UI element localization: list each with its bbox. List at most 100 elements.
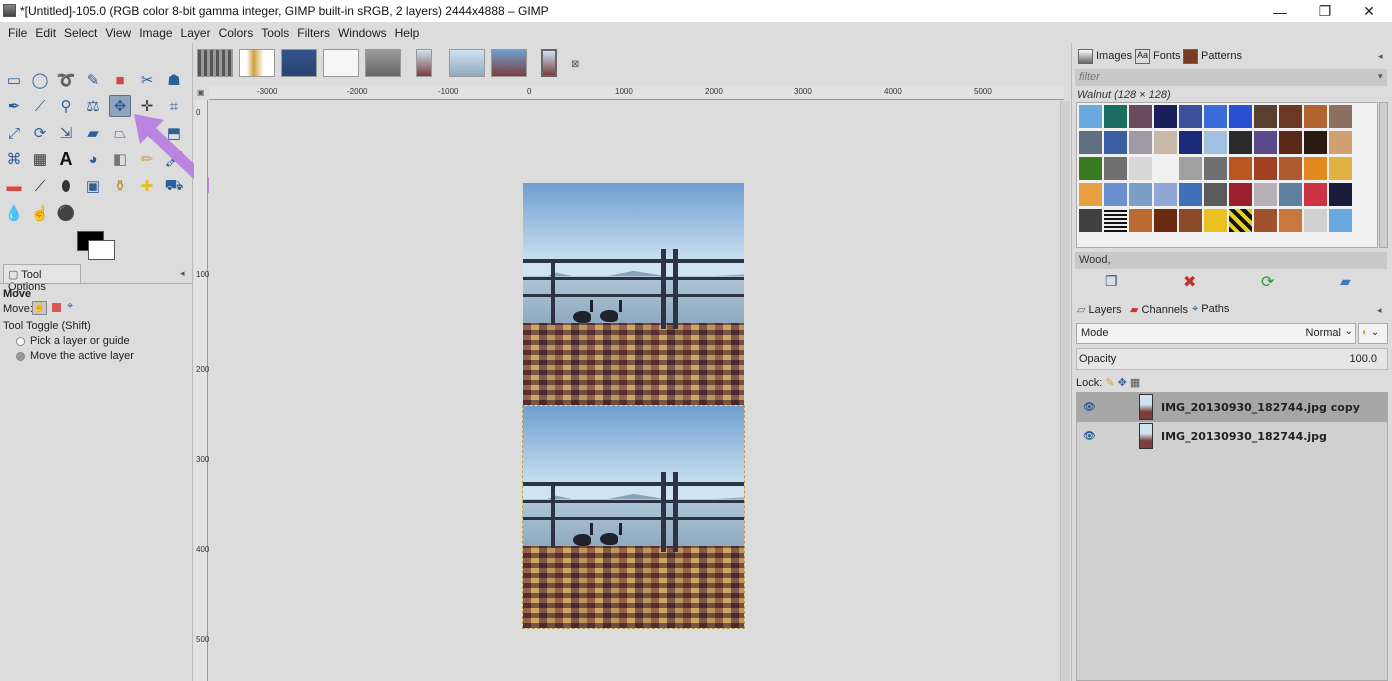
pattern-swatch[interactable] bbox=[1179, 157, 1202, 180]
pattern-swatch[interactable] bbox=[1204, 209, 1227, 232]
pattern-swatch[interactable] bbox=[1329, 157, 1352, 180]
dodge-burn-icon[interactable]: ⚫ bbox=[55, 202, 77, 224]
tab-channels[interactable]: ▰ Channels bbox=[1130, 303, 1188, 316]
close-button[interactable]: ✕ bbox=[1346, 0, 1392, 23]
move-selection-mode-icon[interactable] bbox=[52, 303, 61, 312]
pattern-swatch[interactable] bbox=[1129, 157, 1152, 180]
pattern-swatch[interactable] bbox=[1104, 105, 1127, 128]
pattern-swatch[interactable] bbox=[1204, 157, 1227, 180]
lock-position-icon[interactable]: ✥ bbox=[1118, 377, 1127, 389]
pattern-swatch[interactable] bbox=[1079, 105, 1102, 128]
move-path-mode-icon[interactable]: ⌖ bbox=[67, 300, 73, 313]
pattern-swatch[interactable] bbox=[1254, 157, 1277, 180]
pattern-swatch[interactable] bbox=[1254, 209, 1277, 232]
foreground-select-icon[interactable]: ☗ bbox=[163, 69, 185, 91]
scissors-select-icon[interactable]: ✂ bbox=[136, 69, 158, 91]
menu-windows[interactable]: Windows bbox=[334, 26, 391, 40]
close-tab-icon[interactable]: ⊠ bbox=[571, 59, 579, 70]
pattern-swatch[interactable] bbox=[1129, 131, 1152, 154]
menu-edit[interactable]: Edit bbox=[31, 26, 60, 40]
pattern-swatch[interactable] bbox=[1154, 105, 1177, 128]
pattern-swatch[interactable] bbox=[1104, 131, 1127, 154]
gradient-icon[interactable]: ◧ bbox=[109, 148, 131, 170]
pattern-swatch[interactable] bbox=[1229, 209, 1252, 232]
color-picker-icon[interactable]: ⟋ bbox=[29, 95, 51, 117]
menu-image[interactable]: Image bbox=[135, 26, 176, 40]
shear-icon[interactable]: ▰ bbox=[82, 122, 104, 144]
pattern-swatch[interactable] bbox=[1279, 183, 1302, 206]
fuzzy-select-icon[interactable]: ✎ bbox=[82, 69, 104, 91]
pattern-swatch[interactable] bbox=[1229, 157, 1252, 180]
menu-filters[interactable]: Filters bbox=[293, 26, 334, 40]
measure-icon[interactable]: ⚖ bbox=[82, 95, 104, 117]
background-color-swatch[interactable] bbox=[88, 240, 115, 260]
tab-tool-options[interactable]: ▢ Tool Options bbox=[3, 264, 81, 293]
image-tab-7[interactable] bbox=[449, 49, 485, 77]
move-tool-icon[interactable]: ✥ bbox=[109, 95, 131, 117]
rotate-icon[interactable]: ⟳ bbox=[29, 122, 51, 144]
rect-select-icon[interactable]: ▭ bbox=[3, 69, 25, 91]
menu-select[interactable]: Select bbox=[60, 26, 101, 40]
lock-pixels-icon[interactable]: ✎ bbox=[1105, 377, 1114, 389]
pattern-swatch[interactable] bbox=[1104, 183, 1127, 206]
tab-paths[interactable]: ⌖ Paths bbox=[1192, 303, 1229, 316]
pattern-swatch[interactable] bbox=[1129, 209, 1152, 232]
tab-patterns[interactable]: Patterns bbox=[1183, 46, 1242, 66]
pattern-swatch[interactable] bbox=[1279, 105, 1302, 128]
pattern-swatch[interactable] bbox=[1304, 105, 1327, 128]
pattern-swatch[interactable] bbox=[1154, 183, 1177, 206]
pattern-swatch[interactable] bbox=[1304, 183, 1327, 206]
clone-icon[interactable]: ⚱ bbox=[109, 175, 131, 197]
delete-pattern-icon[interactable]: ✖ bbox=[1183, 272, 1196, 292]
panel-menu-icon[interactable]: ◂ bbox=[1378, 51, 1383, 62]
pattern-scrollbar[interactable] bbox=[1379, 102, 1388, 248]
image-tab-5[interactable] bbox=[365, 49, 401, 77]
paths-icon[interactable]: ✒ bbox=[3, 95, 25, 117]
lock-alpha-icon[interactable]: ▦ bbox=[1130, 377, 1140, 389]
pattern-swatch[interactable] bbox=[1279, 157, 1302, 180]
image-tab-3[interactable] bbox=[281, 49, 317, 77]
text-tool-icon[interactable]: A bbox=[55, 148, 77, 170]
menu-colors[interactable]: Colors bbox=[215, 26, 258, 40]
scale-icon[interactable]: ⇲ bbox=[55, 122, 77, 144]
menu-help[interactable]: Help bbox=[391, 26, 424, 40]
chevron-down-icon[interactable]: ▾ bbox=[1378, 71, 1383, 82]
smudge-icon[interactable]: ☝ bbox=[29, 202, 51, 224]
unified-transform-icon[interactable]: ⤢ bbox=[3, 122, 25, 144]
menu-tools[interactable]: Tools bbox=[257, 26, 293, 40]
pattern-swatch[interactable] bbox=[1104, 209, 1127, 232]
pattern-swatch[interactable] bbox=[1179, 131, 1202, 154]
pattern-swatch[interactable] bbox=[1229, 131, 1252, 154]
airbrush-icon[interactable]: ⟋ bbox=[29, 175, 51, 197]
pattern-swatch[interactable] bbox=[1329, 183, 1352, 206]
menu-view[interactable]: View bbox=[101, 26, 135, 40]
pattern-swatch[interactable] bbox=[1254, 105, 1277, 128]
menu-layer[interactable]: Layer bbox=[177, 26, 215, 40]
pattern-swatch[interactable] bbox=[1229, 105, 1252, 128]
eraser-icon[interactable]: ▬ bbox=[3, 175, 25, 197]
layer-row[interactable]: 👁 IMG_20130930_182744.jpg copy bbox=[1077, 393, 1387, 422]
pattern-swatch[interactable] bbox=[1204, 105, 1227, 128]
pattern-swatch[interactable] bbox=[1154, 157, 1177, 180]
pattern-swatch[interactable] bbox=[1079, 157, 1102, 180]
tab-images[interactable]: Images bbox=[1078, 46, 1132, 66]
composite-mode-button[interactable]: ◐ ⌄ bbox=[1358, 323, 1388, 344]
menu-file[interactable]: File bbox=[4, 26, 31, 40]
refresh-patterns-icon[interactable]: ⟳ bbox=[1261, 272, 1274, 292]
pattern-swatch[interactable] bbox=[1154, 131, 1177, 154]
pattern-swatch[interactable] bbox=[1129, 183, 1152, 206]
eye-icon[interactable]: 👁 bbox=[1083, 402, 1096, 413]
pattern-swatch[interactable] bbox=[1329, 209, 1352, 232]
bucket-fill-icon[interactable]: ◕ bbox=[82, 148, 104, 170]
blur-icon[interactable]: 💧 bbox=[3, 202, 25, 224]
canvas-scrollbar[interactable] bbox=[1060, 101, 1070, 681]
pattern-swatch[interactable] bbox=[1329, 105, 1352, 128]
color-select-icon[interactable]: ■ bbox=[109, 69, 131, 91]
pattern-grid[interactable] bbox=[1076, 102, 1378, 248]
image-tab-4[interactable] bbox=[323, 49, 359, 77]
move-layer-mode-icon[interactable]: ☝ bbox=[32, 301, 47, 315]
tab-layers[interactable]: ▱ Layers bbox=[1077, 303, 1122, 316]
panel-menu-icon[interactable]: ◂ bbox=[180, 268, 185, 279]
pattern-swatch[interactable] bbox=[1204, 183, 1227, 206]
pattern-filter-input[interactable]: filter bbox=[1075, 69, 1387, 86]
